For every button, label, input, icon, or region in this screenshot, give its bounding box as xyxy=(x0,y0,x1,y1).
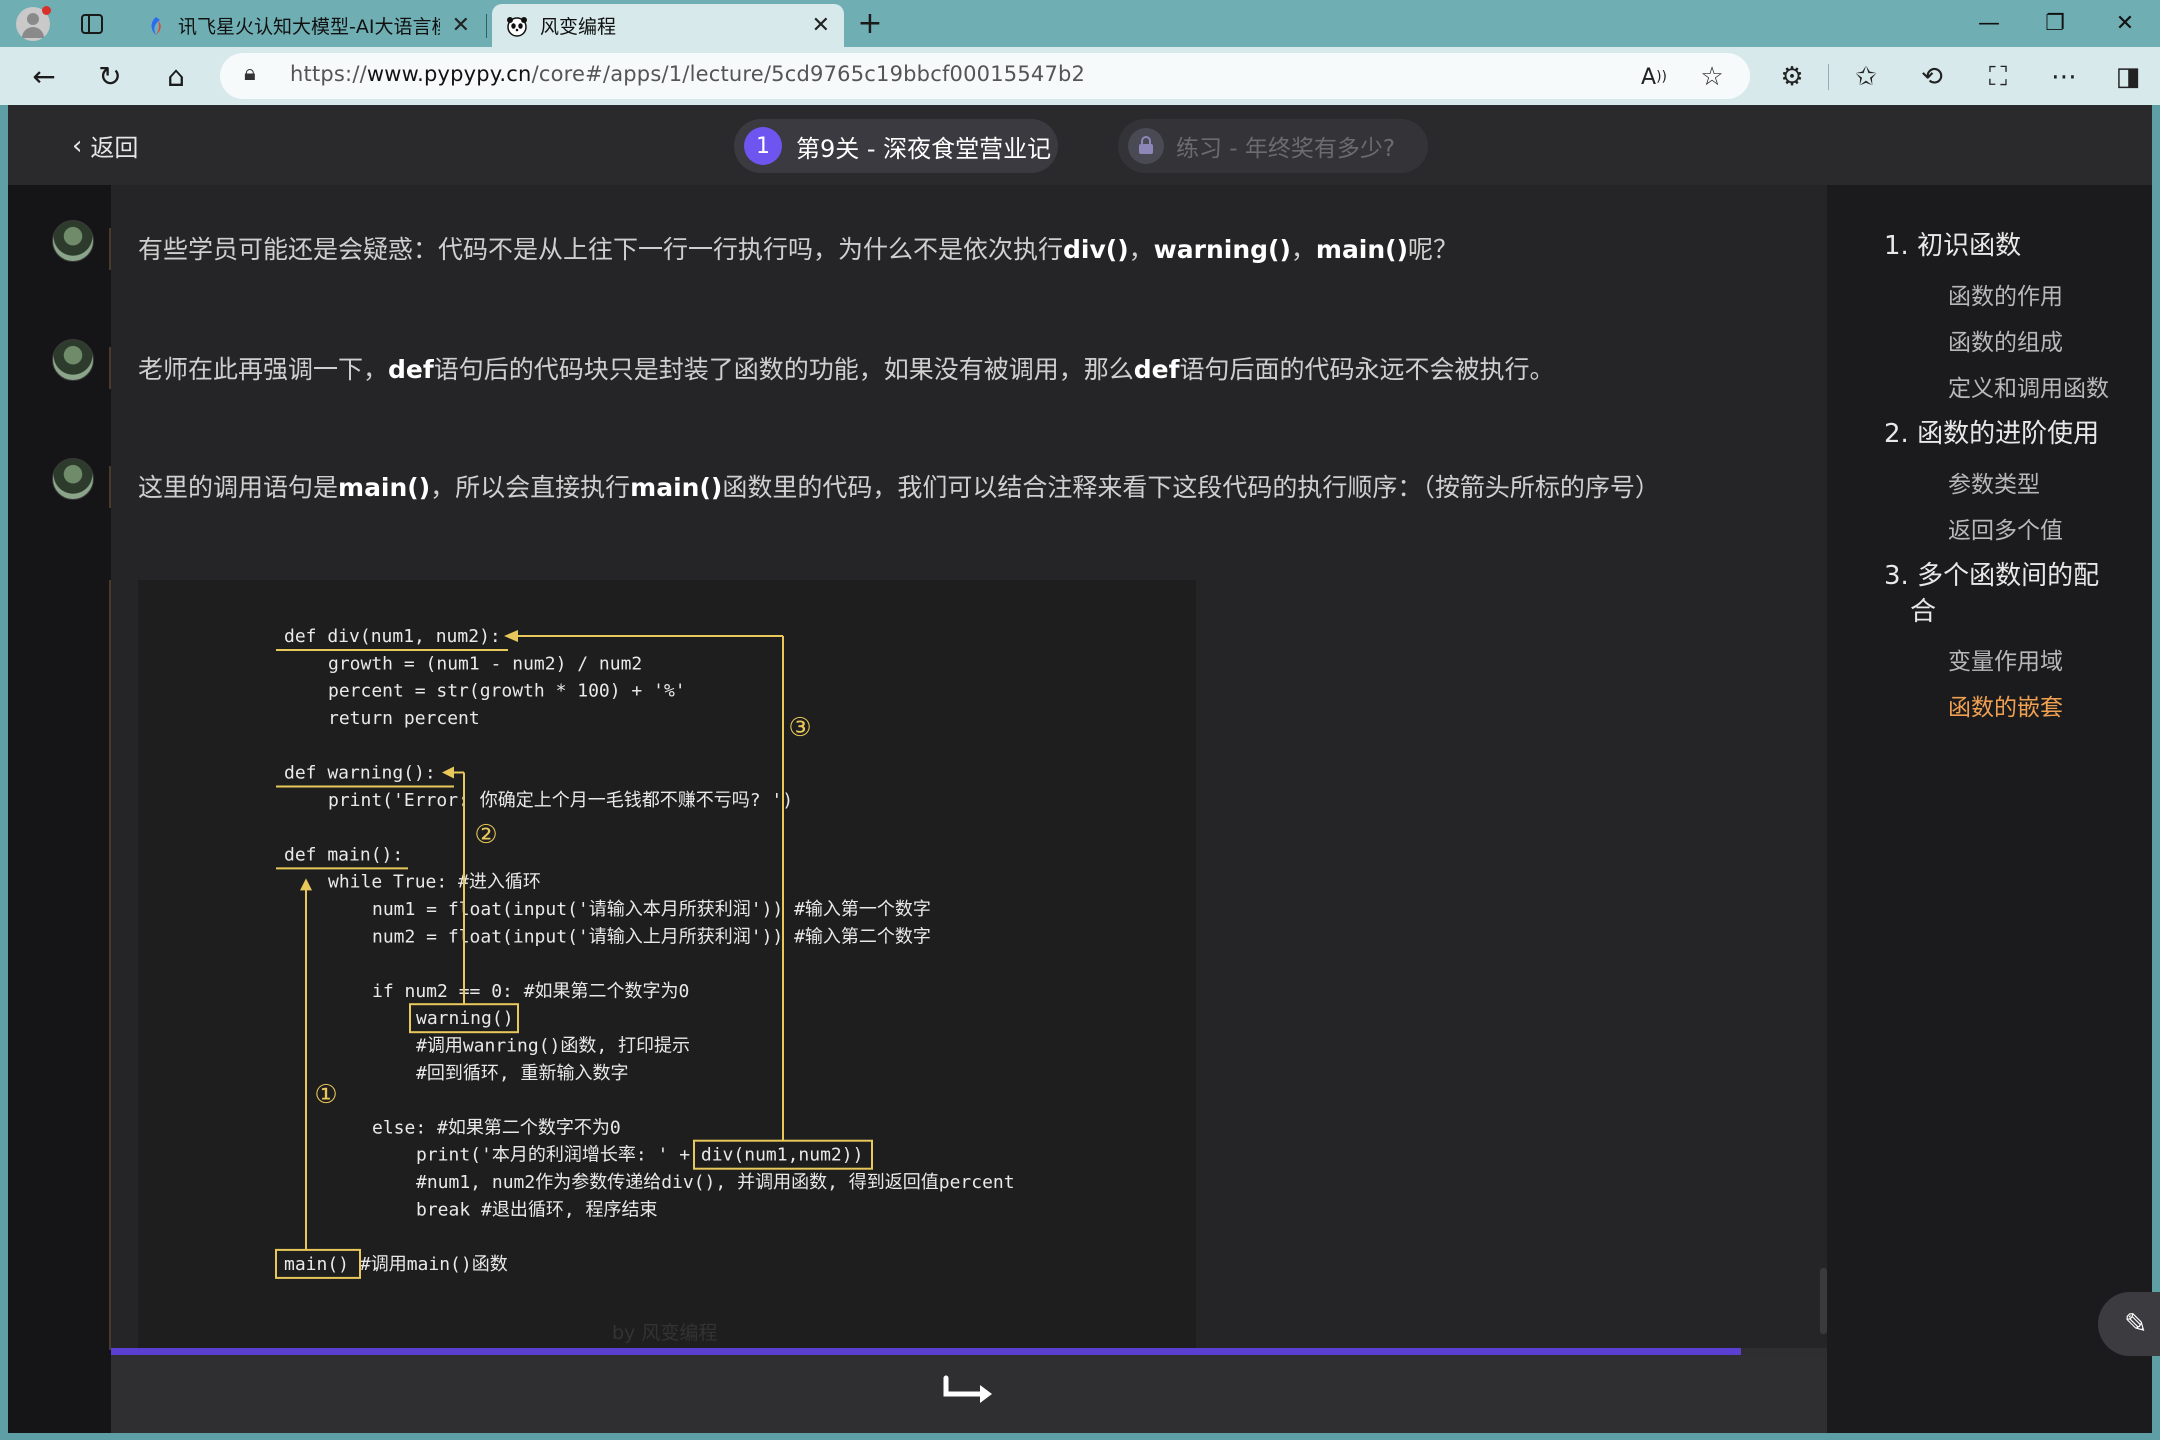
code-line: num1 = float(input('请输入本月所获利润')) #输入第一个数… xyxy=(372,899,931,920)
browser-tab-spark[interactable]: 讯飞星火认知大模型-AI大语言模 ✕ xyxy=(132,4,484,47)
code-line: print('本月的利润增长率: ' + div(num1,num2)) xyxy=(416,1145,863,1166)
watermark: by 风变编程 xyxy=(612,1322,718,1344)
toc-section-3-wrap[interactable]: 合 xyxy=(1910,591,1936,628)
code-line: return percent xyxy=(328,708,480,729)
step-marker-3: ③ xyxy=(788,713,811,743)
toc-item[interactable]: 变量作用域 xyxy=(1948,642,2063,676)
code-line: percent = str(growth * 100) + '%' xyxy=(328,681,686,702)
code-line: break #退出循环, 程序结束 xyxy=(416,1199,658,1220)
pencil-icon: ✎ xyxy=(2124,1307,2148,1340)
locked-icon xyxy=(1128,128,1164,164)
code-line: #调用wanring()函数, 打印提示 xyxy=(416,1036,690,1057)
code-line: def div(num1, num2): xyxy=(284,626,501,647)
code-line: warning() xyxy=(416,1008,514,1029)
progress-fill xyxy=(111,1348,1741,1355)
favorites-icon[interactable]: ✩ xyxy=(1844,58,1888,96)
close-tab-icon[interactable]: ✕ xyxy=(452,14,470,37)
message-divider xyxy=(109,347,111,389)
toc-section-1[interactable]: 1. 初识函数 xyxy=(1884,225,2021,262)
practice-title: 练习 - 年终奖有多少? xyxy=(1176,136,1396,162)
teacher-avatar xyxy=(52,220,94,262)
message-divider xyxy=(109,466,111,508)
code-line: growth = (num1 - num2) / num2 xyxy=(328,653,642,674)
teacher-avatar xyxy=(52,339,94,381)
code-diagram: def div(num1, num2): growth = (num1 - num… xyxy=(275,626,1015,1279)
lesson-title: 第9关 - 深夜食堂营业记 xyxy=(796,134,1052,163)
code-line: #num1, num2作为参数传递给div(), 并调用函数, 得到返回值per… xyxy=(416,1172,1015,1193)
chevron-left-icon: ‹ xyxy=(72,130,83,161)
toc-item[interactable]: 定义和调用函数 xyxy=(1948,369,2109,403)
teacher-avatar xyxy=(52,458,94,500)
arrow-1-head xyxy=(300,878,312,891)
close-window-icon[interactable]: ✕ xyxy=(2094,6,2156,42)
screenshot-icon[interactable]: ⛶ xyxy=(1976,58,2020,96)
lock-icon[interactable]: 🔒︎ xyxy=(244,63,256,85)
minimize-icon[interactable]: — xyxy=(1958,6,2020,42)
message-text: 这里的调用语句是main()，所以会直接执行main()函数里的代码，我们可以结… xyxy=(138,473,1660,502)
close-tab-icon[interactable]: ✕ xyxy=(812,14,830,37)
code-line: num2 = float(input('请输入上月所获利润')) #输入第二个数… xyxy=(372,926,931,947)
next-arrow-icon xyxy=(943,1375,992,1403)
read-aloud-icon[interactable]: A)) xyxy=(1632,58,1676,96)
code-line: if num2 == 0: #如果第二个数字为0 xyxy=(372,981,689,1002)
favorite-star-icon[interactable]: ☆ xyxy=(1690,58,1734,96)
panda-favicon-icon xyxy=(506,15,528,37)
tab-title: 风变编程 xyxy=(540,16,617,38)
message-divider xyxy=(109,228,111,270)
step-marker-1: ① xyxy=(314,1080,337,1110)
toc-section-3[interactable]: 3. 多个函数间的配 xyxy=(1884,555,2099,592)
code-line: #回到循环, 重新输入数字 xyxy=(416,1063,629,1084)
arrow-2-head xyxy=(442,766,454,779)
code-diagram-image: def div(num1, num2): growth = (num1 - num… xyxy=(138,580,1196,1350)
toc-item[interactable]: 返回多个值 xyxy=(1948,511,2063,545)
toolbar-divider xyxy=(1828,64,1829,90)
home-icon[interactable]: ⌂ xyxy=(154,58,198,96)
url-scheme: https:// xyxy=(290,62,367,86)
reload-icon[interactable]: ↻ xyxy=(88,58,132,96)
practice-tab[interactable]: 练习 - 年终奖有多少? xyxy=(1118,119,1428,173)
url-text[interactable]: https://www.pypypy.cn/core#/apps/1/lectu… xyxy=(290,62,1085,86)
tab-actions-icon[interactable] xyxy=(72,8,112,40)
spark-favicon-icon xyxy=(146,16,166,36)
step-marker-2: ② xyxy=(474,820,497,850)
code-line: def main(): xyxy=(284,844,403,865)
arrow-3-head xyxy=(504,630,518,642)
code-line: def warning(): xyxy=(284,763,436,784)
edit-button[interactable]: ✎ xyxy=(2098,1292,2160,1356)
message-divider xyxy=(109,580,111,1350)
code-line: else: #如果第二个数字不为0 xyxy=(372,1117,621,1138)
toc-item-active[interactable]: 函数的嵌套 xyxy=(1948,688,2063,722)
message-text: 有些学员可能还是会疑惑：代码不是从上往下一行一行执行吗，为什么不是依次执行div… xyxy=(138,235,1459,264)
next-arrow-button[interactable] xyxy=(940,1372,998,1418)
new-tab-icon[interactable]: + xyxy=(852,8,888,40)
toc-item[interactable]: 参数类型 xyxy=(1948,465,2040,499)
lesson-header xyxy=(8,105,2152,185)
back-label: 返回 xyxy=(90,134,139,162)
sidebar-icon[interactable]: ◨ xyxy=(2106,58,2150,96)
url-path: /core#/apps/1/lecture/5cd9765c19bbcf0001… xyxy=(531,62,1086,86)
extensions-icon[interactable]: ⚙ xyxy=(1770,58,1814,96)
url-host: www.pypypy.cn xyxy=(366,62,532,86)
browser-tab-fengbian[interactable]: 风变编程 ✕ xyxy=(492,4,844,47)
back-button[interactable]: ‹ 返回 xyxy=(72,128,138,163)
lesson-tab[interactable]: 1 第9关 - 深夜食堂营业记 xyxy=(734,119,1058,173)
toc-item[interactable]: 函数的组成 xyxy=(1948,323,2063,357)
lesson-number-badge: 1 xyxy=(744,127,782,165)
scrollbar-thumb[interactable] xyxy=(1820,1268,1827,1334)
back-icon[interactable]: ← xyxy=(22,58,66,96)
code-line: while True: #进入循环 xyxy=(328,872,541,893)
more-icon[interactable]: ⋯ xyxy=(2042,58,2086,96)
code-line: print('Error: 你确定上个月一毛钱都不赚不亏吗? ') xyxy=(328,790,793,811)
history-icon[interactable]: ⟲ xyxy=(1910,58,1954,96)
toc-item[interactable]: 函数的作用 xyxy=(1948,277,2063,311)
profile-avatar-icon[interactable] xyxy=(16,6,51,41)
code-line: main() #调用main()函数 xyxy=(284,1254,508,1275)
restore-icon[interactable]: ❐ xyxy=(2024,6,2086,42)
toc-section-2[interactable]: 2. 函数的进阶使用 xyxy=(1884,413,2099,450)
tab-divider xyxy=(486,14,487,38)
tab-title: 讯飞星火认知大模型-AI大语言模 xyxy=(178,16,440,38)
message-text: 老师在此再强调一下，def语句后的代码块只是封装了函数的功能，如果没有被调用，那… xyxy=(138,355,1555,384)
